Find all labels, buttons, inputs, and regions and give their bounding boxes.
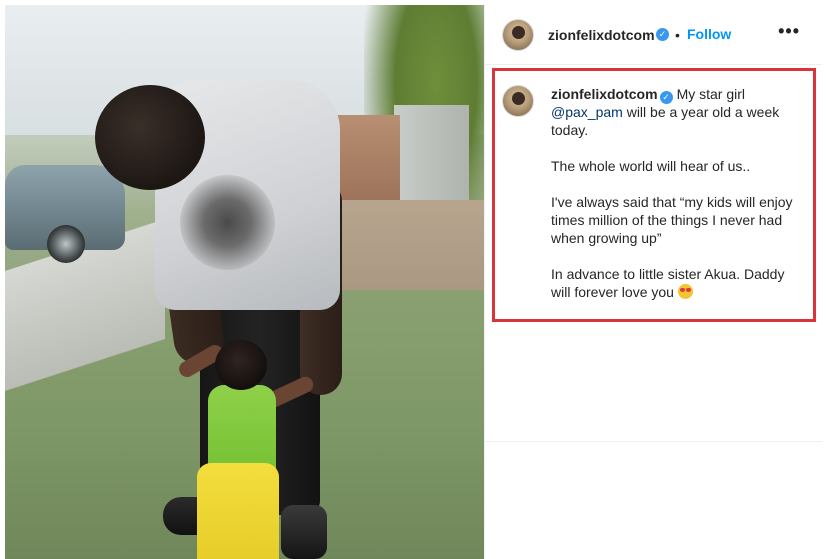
caption-highlight-box (492, 68, 816, 322)
header-username[interactable]: zionfelixdotcom (548, 27, 655, 43)
photo-man-head (95, 85, 205, 190)
avatar[interactable] (502, 19, 534, 51)
post-header: zionfelixdotcom ✓ • Follow ••• (485, 5, 822, 65)
follow-button[interactable]: Follow (687, 26, 731, 42)
photo-shoe-right (281, 505, 327, 559)
photo-child-head (215, 340, 267, 390)
photo-child-pants (197, 463, 279, 559)
photo-child-top (208, 385, 276, 475)
photo-shirt-print (180, 175, 275, 270)
more-options-icon[interactable]: ••• (778, 21, 800, 42)
header-separator: • (675, 27, 680, 43)
panel-divider (485, 441, 822, 442)
post-photo[interactable] (5, 5, 484, 559)
verified-badge-icon: ✓ (656, 28, 669, 41)
photo-car-wheel (47, 225, 85, 263)
